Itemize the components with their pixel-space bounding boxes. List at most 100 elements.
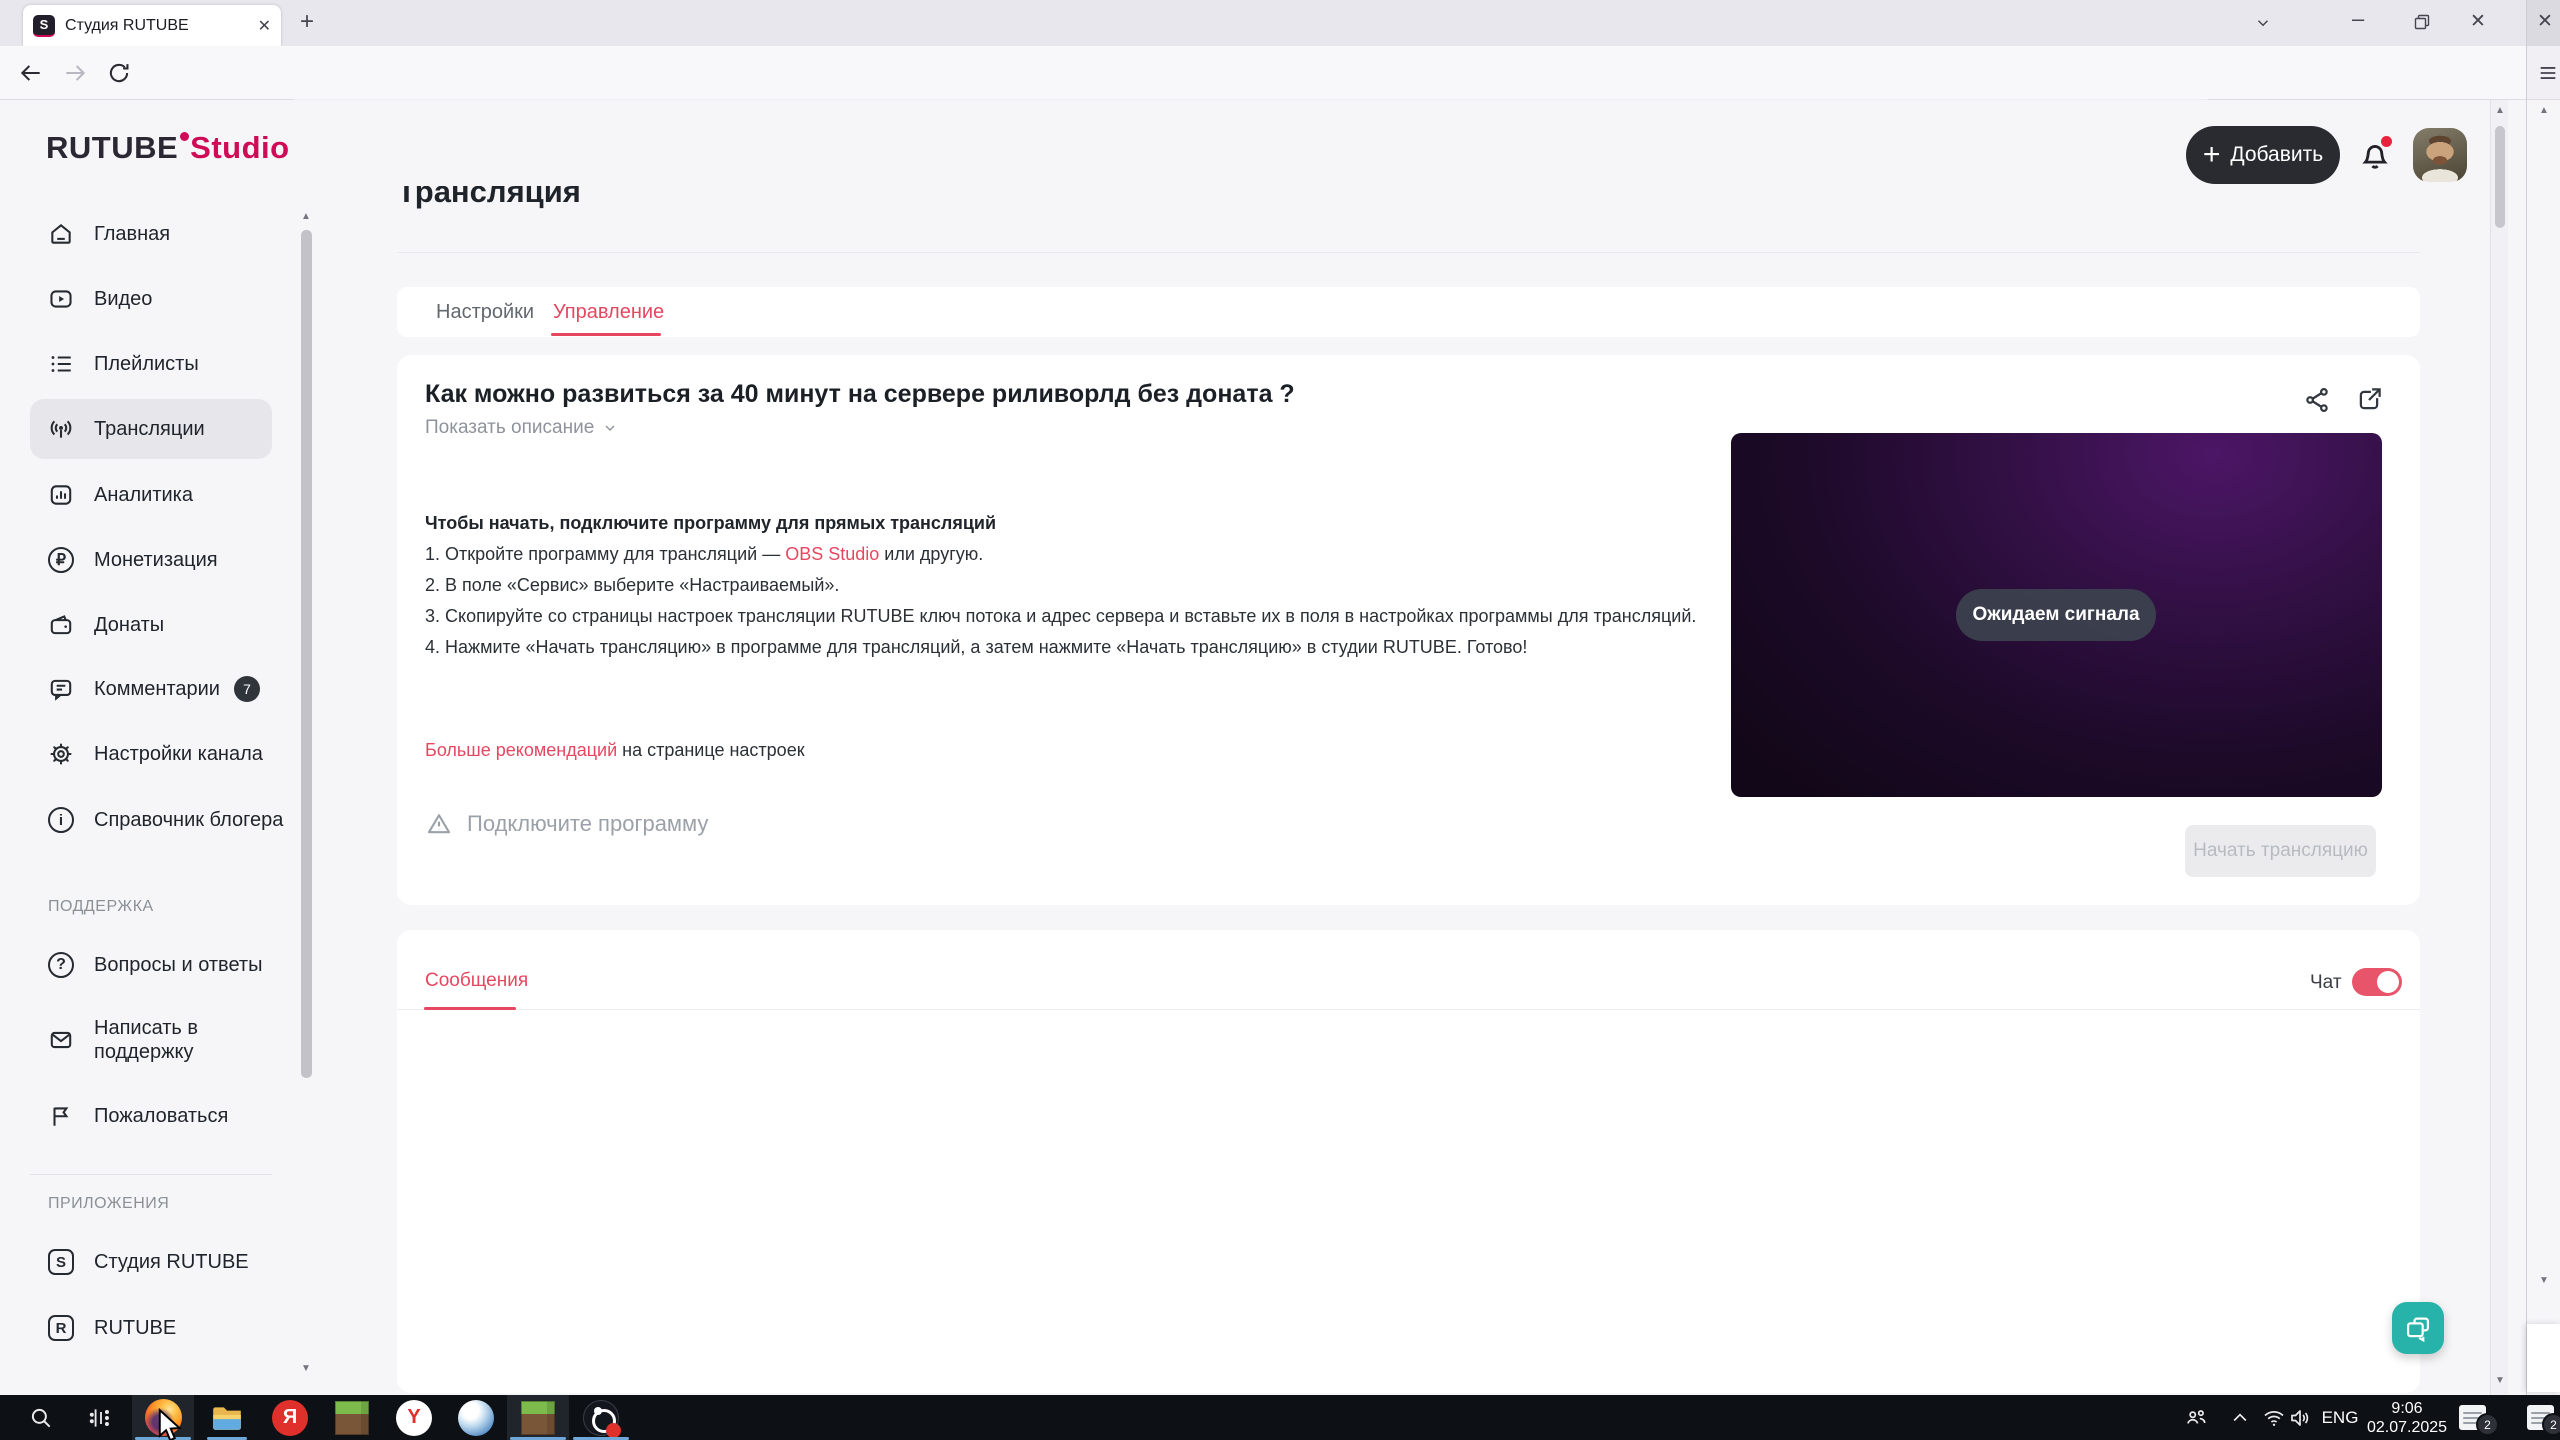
- taskbar-yandex-browser-icon[interactable]: Я: [259, 1395, 321, 1440]
- sliver-scroll-down-icon[interactable]: ▼: [2539, 1276, 2549, 1286]
- chat-toggle-label: Чат: [2310, 972, 2342, 993]
- notification-dot: [2381, 136, 2392, 147]
- chat-widget-button[interactable]: [2392, 1302, 2444, 1354]
- taskbar: Я Y ENG 9:06 02.07.2025 2 2: [0, 1395, 2560, 1440]
- sidebar-scroll-up-icon[interactable]: ▲: [301, 212, 311, 222]
- reload-icon[interactable]: [106, 60, 132, 86]
- share-icon[interactable]: [2302, 385, 2332, 415]
- restore-button[interactable]: [2414, 14, 2430, 30]
- chevron-down-icon: [602, 420, 618, 436]
- sliver-close-button[interactable]: ✕: [2537, 10, 2553, 33]
- tray-people-icon[interactable]: [2174, 1395, 2218, 1440]
- tray-time: 9:06: [2391, 1399, 2423, 1417]
- action-center-icon[interactable]: 2: [2520, 1395, 2560, 1440]
- chat-toggle-knob: [2377, 971, 2399, 993]
- video-icon: [48, 286, 74, 312]
- stream-card: Как можно развиться за 40 минут на серве…: [397, 355, 2420, 905]
- sidebar-item-playlists[interactable]: Плейлисты: [48, 351, 199, 377]
- tab-messages-underline: [424, 1007, 516, 1010]
- new-tab-button[interactable]: +: [300, 8, 314, 36]
- sidebar-scrollbar-thumb[interactable]: [301, 230, 312, 1078]
- tray-language[interactable]: ENG: [2316, 1395, 2364, 1440]
- forward-icon[interactable]: [62, 60, 88, 86]
- taskbar-search-icon[interactable]: [10, 1395, 72, 1440]
- taskbar-obs-icon[interactable]: [570, 1395, 632, 1440]
- browser-tab[interactable]: S Студия RUTUBE ✕: [23, 5, 281, 46]
- taskbar-app-orb-icon[interactable]: [445, 1395, 507, 1440]
- sidebar-item-channel-settings[interactable]: Настройки канала: [48, 741, 263, 767]
- background-window-sliver: ✕ ▲ ▼: [2526, 0, 2560, 1395]
- gear-icon: [48, 741, 74, 767]
- list-tabs-chevron-icon[interactable]: [2254, 14, 2272, 32]
- sidebar-item-donations[interactable]: Донаты: [48, 612, 164, 638]
- title-divider: [397, 252, 2420, 253]
- sliver-scroll-up-icon[interactable]: ▲: [2539, 106, 2549, 116]
- sidebar-item-app-rutube[interactable]: R RUTUBE: [48, 1315, 176, 1341]
- tab-close-icon[interactable]: ✕: [258, 16, 271, 36]
- rutube-studio-favicon: S: [33, 14, 55, 37]
- tray-volume-icon[interactable]: [2282, 1395, 2318, 1440]
- stream-preview: Ожидаем сигнала: [1731, 433, 2382, 797]
- sidebar-item-video[interactable]: Видео: [48, 286, 152, 312]
- sidebar-item-streams[interactable]: Трансляции: [48, 416, 205, 442]
- taskbar-explorer-icon[interactable]: [196, 1395, 258, 1440]
- instructions-title: Чтобы начать, подключите программу для п…: [425, 513, 997, 533]
- tab-settings[interactable]: Настройки: [436, 301, 534, 324]
- page-scrollbar-thumb[interactable]: [2495, 126, 2505, 228]
- sidebar-section-support: ПОДДЕРЖКА: [48, 898, 154, 915]
- sidebar-item-analytics[interactable]: Аналитика: [48, 482, 193, 508]
- sidebar-item-report[interactable]: Пожаловаться: [48, 1103, 228, 1129]
- sidebar-item-home[interactable]: Главная: [48, 221, 170, 247]
- open-external-icon[interactable]: [2354, 385, 2384, 415]
- rutube-app-icon: R: [48, 1315, 74, 1341]
- sidebar-item-app-studio[interactable]: S Студия RUTUBE: [48, 1249, 249, 1275]
- show-description-link[interactable]: Показать описание: [425, 417, 618, 439]
- tray-clock[interactable]: 9:06 02.07.2025: [2364, 1395, 2450, 1440]
- sidebar-item-blogger-guide[interactable]: i Справочник блогера: [48, 807, 283, 833]
- tray-hidden-icons-chevron[interactable]: [2222, 1395, 2258, 1440]
- avatar[interactable]: [2413, 128, 2467, 182]
- wallet-icon: [48, 612, 74, 638]
- taskbar-task-view-icon[interactable]: [70, 1395, 132, 1440]
- sidebar-item-monetization[interactable]: ₽ Монетизация: [48, 547, 218, 573]
- minimize-button[interactable]: –: [2352, 6, 2364, 32]
- tray-messages-badge: 2: [2476, 1413, 2499, 1436]
- sidebar-section-apps: ПРИЛОЖЕНИЯ: [48, 1195, 170, 1212]
- playlists-icon: [48, 351, 74, 377]
- warning-icon: [425, 810, 453, 838]
- sidebar-item-faq[interactable]: ? Вопросы и ответы: [48, 952, 262, 978]
- info-icon: i: [48, 807, 74, 833]
- sliver-menu-icon[interactable]: [2537, 62, 2559, 84]
- tray-messages-icon[interactable]: 2: [2450, 1395, 2499, 1440]
- more-recommendations: Больше рекомендаций на странице настроек: [425, 740, 805, 760]
- sidebar-item-write-support[interactable]: Написать в поддержку: [48, 1016, 264, 1064]
- page-title-clip: Трансляция: [397, 186, 1297, 236]
- add-button[interactable]: + Добавить: [2186, 126, 2340, 184]
- obs-studio-link[interactable]: OBS Studio: [785, 544, 879, 564]
- instruction-step-4: 4. Нажмите «Начать трансляцию» в програм…: [425, 637, 1528, 657]
- stream-tabs: Настройки Управление: [397, 287, 2420, 337]
- page-scrollbar[interactable]: ▲ ▼: [2490, 100, 2508, 1395]
- comments-icon: [48, 676, 74, 702]
- broadcast-icon: [48, 416, 74, 442]
- taskbar-minecraft-2-icon[interactable]: [507, 1395, 569, 1440]
- tab-messages[interactable]: Сообщения: [425, 970, 528, 992]
- chat-toggle[interactable]: [2352, 968, 2402, 996]
- start-stream-button[interactable]: Начать трансляцию: [2185, 825, 2376, 877]
- taskbar-minecraft-icon[interactable]: [321, 1395, 383, 1440]
- page-scroll-down-icon[interactable]: ▼: [2495, 1376, 2505, 1386]
- page-scroll-up-icon[interactable]: ▲: [2495, 106, 2505, 116]
- studio-app-icon: S: [48, 1249, 74, 1275]
- taskbar-yandex-icon[interactable]: Y: [383, 1395, 445, 1440]
- sidebar-item-comments[interactable]: Комментарии 7: [48, 676, 260, 702]
- close-button[interactable]: ✕: [2470, 10, 2486, 33]
- page-content: RUTUBEStudio + Добавить Главная Видео П: [0, 100, 2508, 1395]
- back-icon[interactable]: [18, 60, 44, 86]
- waiting-signal-pill: Ожидаем сигнала: [1956, 589, 2156, 641]
- notifications-bell-icon[interactable]: [2356, 136, 2394, 174]
- sidebar-scroll-down-icon[interactable]: ▼: [301, 1364, 311, 1374]
- more-recommendations-link[interactable]: Больше рекомендаций: [425, 740, 617, 760]
- analytics-icon: [48, 482, 74, 508]
- flag-icon: [48, 1103, 74, 1129]
- tab-control[interactable]: Управление: [553, 301, 664, 324]
